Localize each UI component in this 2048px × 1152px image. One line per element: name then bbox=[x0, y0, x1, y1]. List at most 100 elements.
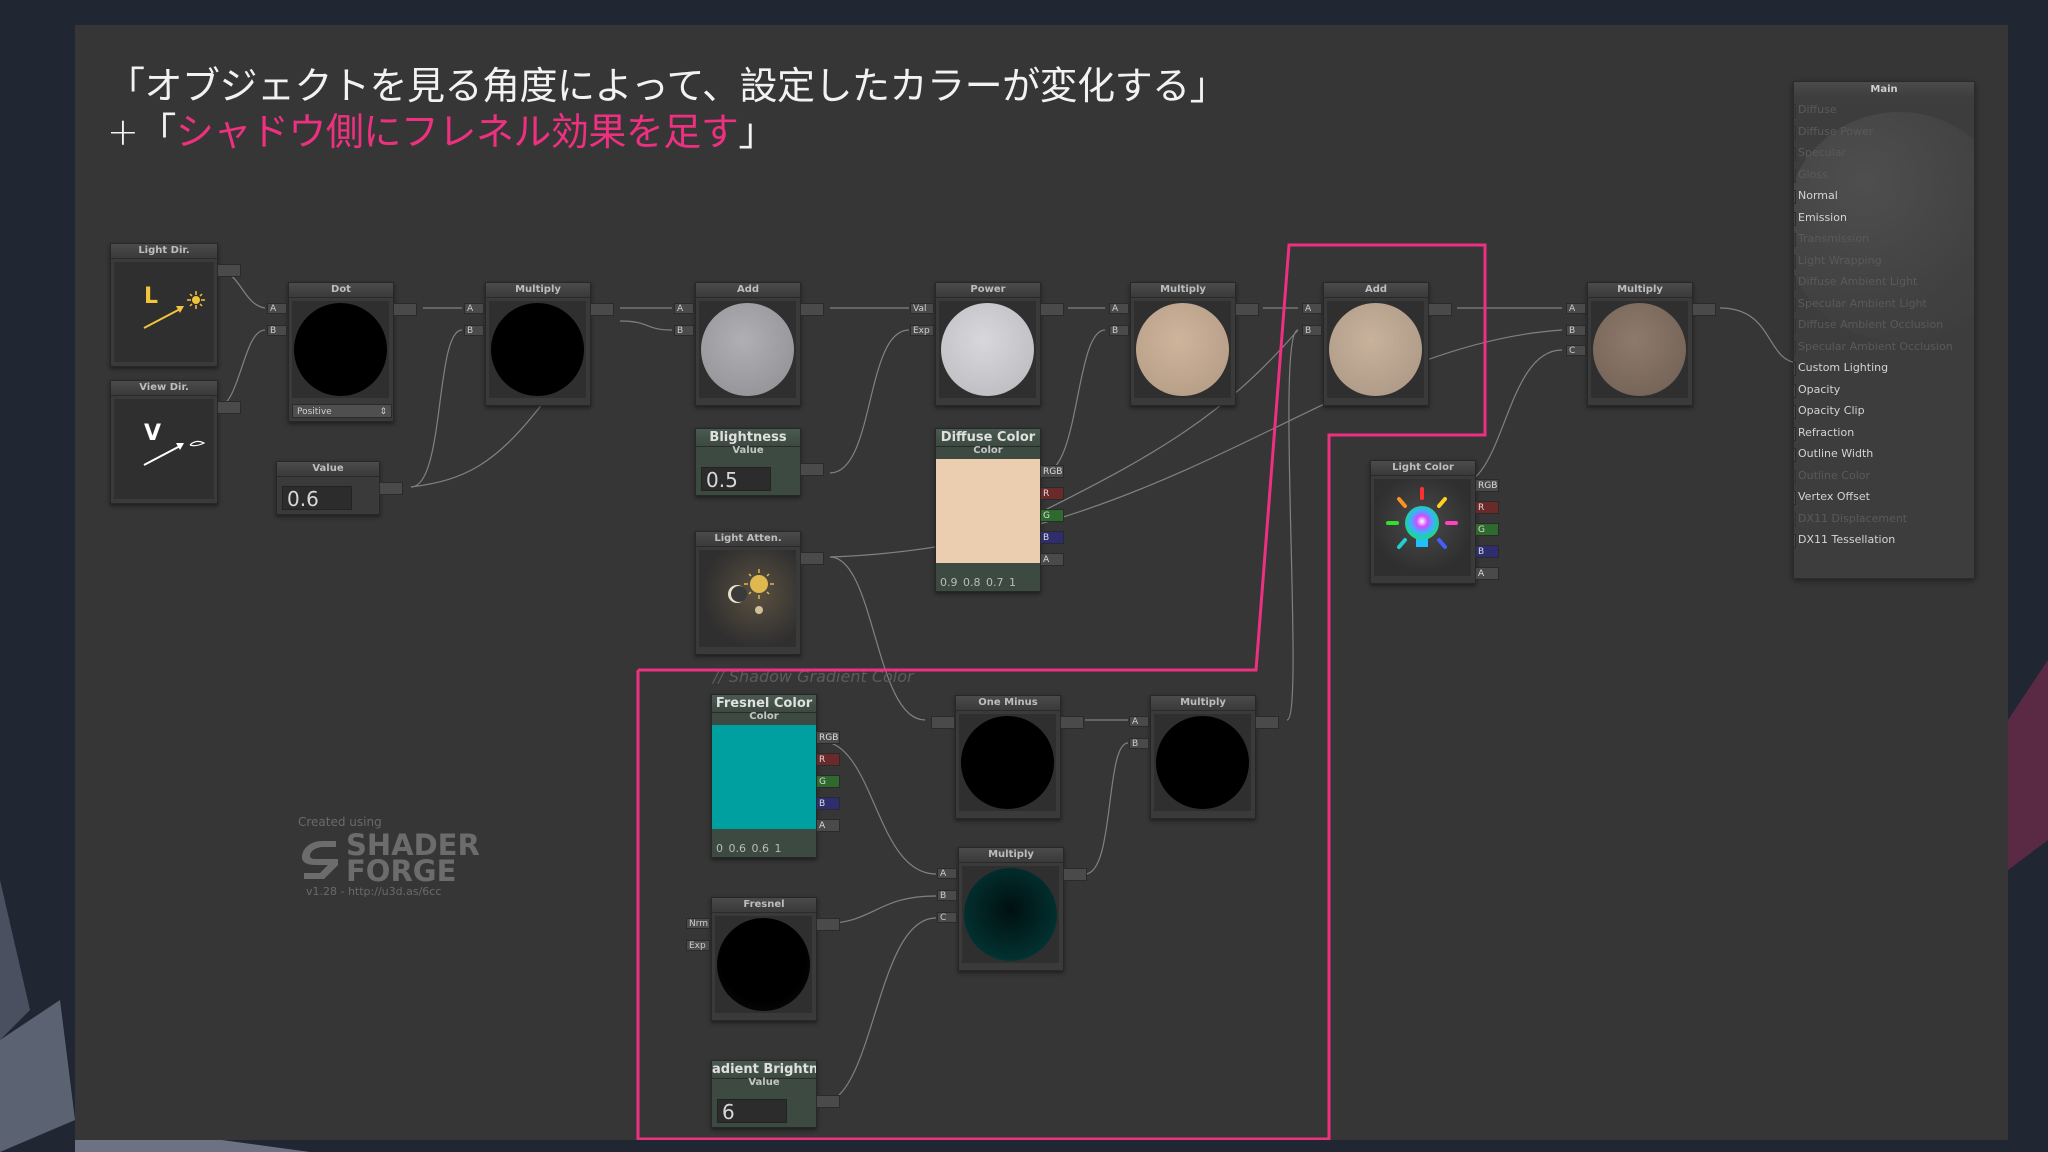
main-input-row[interactable]: Specular Ambient Light bbox=[1794, 296, 1927, 312]
main-input-port[interactable] bbox=[1794, 147, 1796, 161]
input-port-b[interactable]: B bbox=[937, 890, 957, 901]
main-output-panel[interactable]: Main Diffuse Diffuse Power Specular Gloss No… bbox=[1793, 81, 1975, 579]
main-input-row[interactable]: Specular Ambient Occlusion bbox=[1794, 339, 1953, 355]
value-field[interactable]: 0.5 bbox=[701, 467, 771, 492]
output-port-b[interactable]: B bbox=[1475, 545, 1499, 558]
main-input-row[interactable]: Vertex Offset bbox=[1794, 489, 1870, 505]
output-port-a[interactable]: A bbox=[1040, 553, 1064, 566]
main-input-port[interactable] bbox=[1794, 168, 1796, 183]
input-port-b[interactable]: B bbox=[1109, 325, 1129, 336]
output-port[interactable] bbox=[217, 401, 241, 414]
input-port-b[interactable]: B bbox=[464, 325, 484, 336]
main-input-row[interactable]: Diffuse Power bbox=[1794, 124, 1873, 140]
output-port-b[interactable]: B bbox=[816, 797, 840, 810]
output-port[interactable] bbox=[1692, 303, 1716, 316]
main-input-port[interactable] bbox=[1794, 448, 1796, 462]
node-multiply-5[interactable]: Multiply A B C bbox=[937, 847, 1087, 971]
input-port-exp[interactable]: Exp bbox=[910, 325, 934, 336]
output-port-rgb[interactable]: RGB bbox=[816, 731, 840, 744]
value-field[interactable]: 0.6 bbox=[282, 486, 352, 511]
input-port-a[interactable]: A bbox=[1566, 303, 1586, 314]
output-port[interactable] bbox=[800, 303, 824, 316]
output-port-g[interactable]: G bbox=[816, 775, 840, 788]
node-light-dir[interactable]: Light Dir. L bbox=[110, 243, 241, 367]
input-port-a[interactable]: A bbox=[1302, 303, 1322, 314]
main-input-row[interactable]: Custom Lighting bbox=[1794, 360, 1888, 376]
main-input-row[interactable]: Opacity Clip bbox=[1794, 403, 1865, 419]
main-input-port[interactable] bbox=[1794, 340, 1796, 355]
output-port[interactable] bbox=[800, 463, 824, 476]
main-input-port[interactable] bbox=[1794, 362, 1796, 376]
output-port[interactable] bbox=[393, 303, 417, 316]
input-port-exp[interactable]: Exp bbox=[686, 940, 710, 951]
main-input-row[interactable]: Specular bbox=[1794, 145, 1846, 161]
main-input-port[interactable] bbox=[1794, 319, 1796, 333]
node-add-2[interactable]: Add A B bbox=[1302, 282, 1452, 406]
node-one-minus[interactable]: One Minus bbox=[931, 695, 1084, 819]
main-input-port[interactable] bbox=[1794, 405, 1796, 419]
output-port[interactable] bbox=[1255, 716, 1279, 729]
output-port-g[interactable]: G bbox=[1475, 523, 1499, 536]
main-input-port[interactable] bbox=[1794, 233, 1796, 247]
input-port-a[interactable]: A bbox=[464, 303, 484, 314]
fresnel-color-swatch[interactable] bbox=[712, 725, 816, 829]
input-port-nrm[interactable]: Nrm bbox=[686, 918, 710, 929]
input-port-a[interactable]: A bbox=[1129, 716, 1149, 727]
dot-mode-dropdown[interactable]: Positive ⇕ bbox=[292, 404, 392, 418]
node-fresnel[interactable]: Fresnel Nrm Exp bbox=[686, 897, 840, 1021]
main-input-row[interactable]: Refraction bbox=[1794, 425, 1854, 441]
node-add-1[interactable]: Add A B bbox=[674, 282, 824, 406]
node-blightness[interactable]: Blightness Value 0.5 bbox=[695, 428, 824, 496]
main-input-row[interactable]: DX11 Displacement bbox=[1794, 511, 1907, 527]
input-port-val[interactable]: Val bbox=[910, 303, 934, 314]
output-port-rgb[interactable]: RGB bbox=[1040, 465, 1064, 478]
node-gradient-brightness[interactable]: adient Brightne Value 6 bbox=[711, 1060, 840, 1128]
output-port[interactable] bbox=[800, 552, 824, 565]
output-port[interactable] bbox=[217, 264, 241, 277]
input-port-b[interactable]: B bbox=[1566, 325, 1586, 336]
main-input-port[interactable] bbox=[1794, 491, 1796, 505]
output-port[interactable] bbox=[1428, 303, 1452, 316]
main-input-port[interactable] bbox=[1794, 104, 1796, 118]
main-input-port[interactable] bbox=[1794, 211, 1796, 226]
main-input-row[interactable]: Opacity bbox=[1794, 382, 1840, 398]
main-input-port[interactable] bbox=[1794, 534, 1796, 548]
output-port[interactable] bbox=[1235, 303, 1259, 316]
input-port-a[interactable]: A bbox=[1109, 303, 1129, 314]
output-port[interactable] bbox=[379, 482, 403, 495]
main-input-port[interactable] bbox=[1794, 254, 1796, 269]
output-port[interactable] bbox=[1040, 303, 1064, 316]
main-input-row[interactable]: Gloss bbox=[1794, 167, 1828, 183]
node-multiply-2[interactable]: Multiply A B bbox=[1109, 282, 1259, 406]
output-port-a[interactable]: A bbox=[816, 819, 840, 832]
main-input-port[interactable] bbox=[1794, 469, 1796, 484]
main-input-port[interactable] bbox=[1794, 297, 1796, 312]
main-input-row[interactable]: Outline Width bbox=[1794, 446, 1873, 462]
node-multiply-3[interactable]: Multiply A B C bbox=[1566, 282, 1716, 406]
main-input-port[interactable] bbox=[1794, 426, 1796, 441]
main-input-port[interactable] bbox=[1794, 512, 1796, 527]
node-light-color[interactable]: Light Color RGB R G B A bbox=[1370, 460, 1499, 584]
input-port-a[interactable]: A bbox=[937, 868, 957, 879]
main-input-port[interactable] bbox=[1794, 383, 1796, 398]
input-port-c[interactable]: C bbox=[1566, 345, 1586, 356]
node-multiply-4[interactable]: Multiply A B bbox=[1129, 695, 1279, 819]
input-port-c[interactable]: C bbox=[937, 912, 957, 923]
node-diffuse-color[interactable]: Diffuse Color Color 0.9 0.8 0.7 1 RGB R … bbox=[935, 428, 1064, 592]
input-port[interactable] bbox=[931, 716, 955, 729]
main-input-port[interactable] bbox=[1794, 125, 1796, 140]
value-field[interactable]: 6 bbox=[717, 1099, 787, 1124]
main-input-row[interactable]: Emission bbox=[1794, 210, 1847, 226]
output-port[interactable] bbox=[590, 303, 614, 316]
main-input-row[interactable]: Transmission bbox=[1794, 231, 1869, 247]
main-input-row[interactable]: Diffuse bbox=[1794, 102, 1837, 118]
main-input-port[interactable] bbox=[1794, 276, 1796, 290]
main-input-row[interactable]: Light Wrapping bbox=[1794, 253, 1882, 269]
output-port-g[interactable]: G bbox=[1040, 509, 1064, 522]
main-input-row[interactable]: DX11 Tessellation bbox=[1794, 532, 1895, 548]
output-port-r[interactable]: R bbox=[1040, 487, 1064, 500]
input-port-b[interactable]: B bbox=[1129, 738, 1149, 749]
input-port-b[interactable]: B bbox=[267, 325, 287, 336]
input-port-a[interactable]: A bbox=[674, 303, 694, 314]
output-port[interactable] bbox=[1060, 716, 1084, 729]
